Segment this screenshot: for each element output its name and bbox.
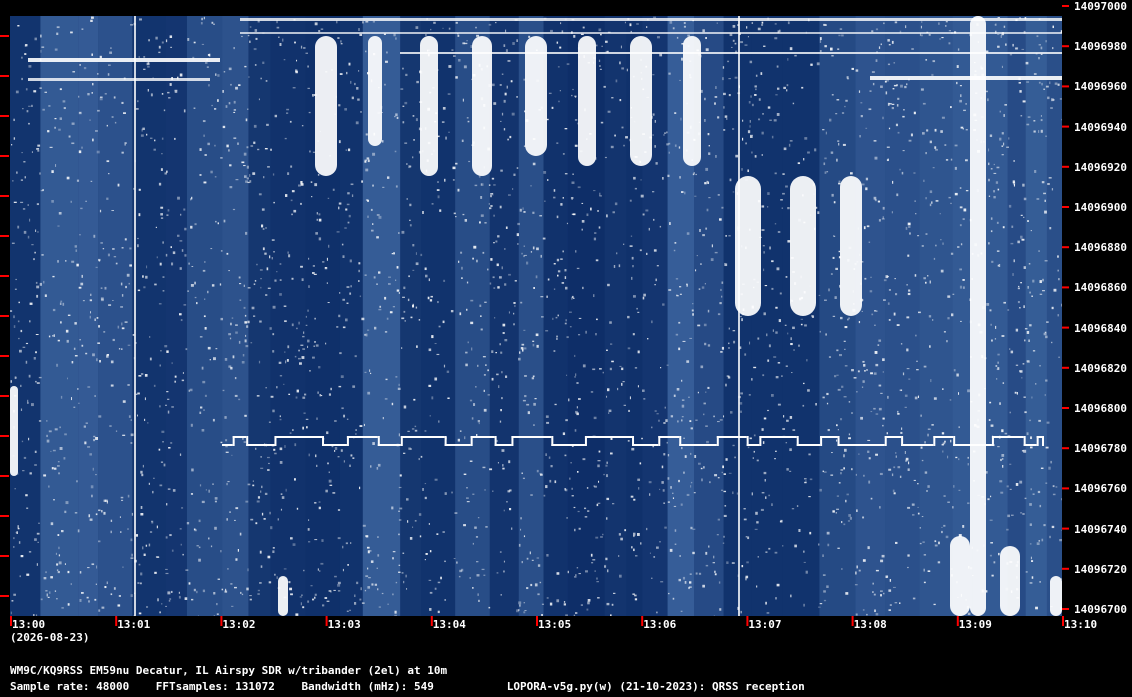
- time-label: 13:01: [117, 618, 151, 631]
- station-info: WM9C/KQ9RSS EM59nu Decatur, IL Airspy SD…: [10, 664, 448, 677]
- sample-rate: Sample rate: 48000: [10, 680, 130, 693]
- time-label: 13:08: [853, 618, 887, 631]
- time-label: 13:07: [748, 618, 782, 631]
- left-tick: [0, 275, 9, 277]
- software-info: LOPORA-v5g.py(w) (21-10-2023): QRSS rece…: [506, 680, 805, 693]
- left-tick: [0, 595, 9, 597]
- frequency-label: 14096760: [1074, 482, 1127, 496]
- left-tick: [0, 115, 9, 117]
- time-label: 13:02: [222, 618, 256, 631]
- frequency-label: 14096980: [1074, 40, 1127, 54]
- left-tick: [0, 515, 9, 517]
- waterfall-canvas: [10, 16, 1062, 616]
- left-tick: [0, 555, 9, 557]
- frequency-label: 14096700: [1074, 603, 1127, 616]
- frequency-label: 14096940: [1074, 120, 1127, 134]
- frequency-label: 14096860: [1074, 281, 1127, 295]
- left-tick: [0, 195, 9, 197]
- frequency-label: 14096920: [1074, 160, 1127, 174]
- frequency-label: 14096780: [1074, 442, 1127, 456]
- date-label: (2026-08-23): [10, 631, 90, 644]
- frequency-label: 14096960: [1074, 80, 1127, 94]
- frequency-label: 14096800: [1074, 402, 1127, 415]
- left-tick: [0, 155, 9, 157]
- waterfall-display: [10, 16, 1062, 616]
- left-tick: [0, 435, 9, 437]
- bandwidth: Bandwidth (mHz): 549: [301, 680, 434, 693]
- time-label: 13:03: [327, 618, 361, 631]
- left-tick: [0, 75, 9, 77]
- left-tick: [0, 475, 9, 477]
- time-label: 13:00: [12, 618, 46, 631]
- frequency-label: 14096840: [1074, 321, 1127, 335]
- time-label: 13:09: [958, 618, 992, 631]
- left-tick: [0, 235, 9, 237]
- frequency-label: 14096820: [1074, 361, 1127, 375]
- time-label: 13:10: [1064, 618, 1098, 631]
- left-tick: [0, 35, 9, 37]
- left-tick: [0, 355, 9, 357]
- frequency-label: 14096900: [1074, 201, 1127, 214]
- frequency-label: 14096740: [1074, 522, 1127, 536]
- frequency-label: 14096880: [1074, 241, 1127, 255]
- frequency-label: 14097000: [1074, 0, 1127, 13]
- fft-samples: FFTsamples: 131072: [155, 680, 275, 693]
- frequency-axis-labels: 14097000 14096980 14096960 14096940 14096920…: [1066, 0, 1132, 630]
- technical-info: Sample rate: 48000 FFTsamples: 131072 Ba…: [10, 680, 805, 693]
- left-axis-ticks: [0, 35, 9, 597]
- time-label: 13:04: [432, 618, 466, 631]
- time-label: 13:06: [643, 618, 677, 631]
- left-tick: [0, 315, 9, 317]
- time-label: 13:05: [538, 618, 572, 631]
- left-tick: [0, 395, 9, 397]
- frequency-label: 14096720: [1074, 562, 1127, 576]
